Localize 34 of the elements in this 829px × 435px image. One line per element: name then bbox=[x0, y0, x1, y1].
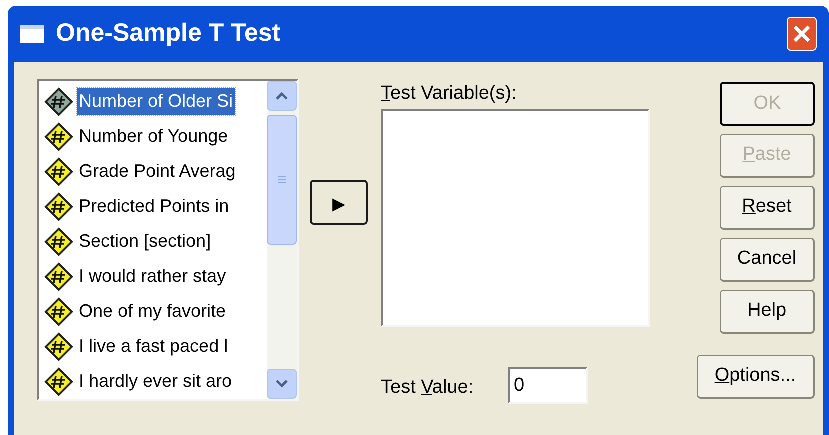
scroll-thumb[interactable] bbox=[267, 115, 297, 245]
variable-item[interactable]: Grade Point Averag bbox=[77, 158, 238, 185]
close-icon bbox=[792, 24, 812, 44]
variable-item[interactable]: One of my favorite bbox=[77, 298, 228, 325]
scroll-down-icon[interactable] bbox=[267, 369, 297, 399]
test-variables-label: Test Variable(s): bbox=[381, 82, 517, 106]
variable-item[interactable]: I would rather stay bbox=[77, 263, 228, 290]
variable-item[interactable]: Number of Older Si bbox=[77, 88, 236, 115]
scrollbar[interactable] bbox=[267, 81, 297, 399]
variable-item[interactable]: Predicted Points in bbox=[77, 193, 232, 220]
scale-variable-icon bbox=[44, 226, 74, 256]
scale-variable-icon bbox=[44, 122, 74, 152]
variable-item[interactable]: Section [section] bbox=[77, 228, 214, 255]
variable-item[interactable]: I hardly ever sit aro bbox=[77, 368, 234, 395]
test-value-field[interactable]: 0 bbox=[508, 367, 588, 404]
dialog-button[interactable]: Help bbox=[720, 290, 815, 334]
options-button[interactable]: Options... bbox=[697, 355, 815, 399]
test-value-label: Test Value: bbox=[381, 376, 474, 400]
scale-variable-icon bbox=[44, 156, 74, 186]
variable-item[interactable]: Number of Younge bbox=[77, 123, 230, 150]
scale-variable-icon bbox=[44, 262, 74, 292]
move-right-button[interactable]: ▸ bbox=[310, 180, 368, 225]
scroll-up-icon[interactable] bbox=[267, 81, 297, 111]
dialog-button[interactable]: Reset bbox=[720, 186, 815, 230]
scale-variable-icon bbox=[44, 86, 74, 116]
scale-variable-icon bbox=[44, 366, 74, 396]
scale-variable-icon bbox=[44, 332, 74, 362]
dialog-button[interactable]: Cancel bbox=[720, 238, 815, 282]
scale-variable-icon bbox=[44, 192, 74, 222]
close-button[interactable] bbox=[787, 17, 817, 51]
variable-item[interactable]: I live a fast paced l bbox=[77, 333, 230, 360]
window-icon bbox=[20, 25, 44, 43]
window-title: One-Sample T Test bbox=[56, 18, 281, 50]
scale-variable-icon bbox=[44, 296, 74, 326]
